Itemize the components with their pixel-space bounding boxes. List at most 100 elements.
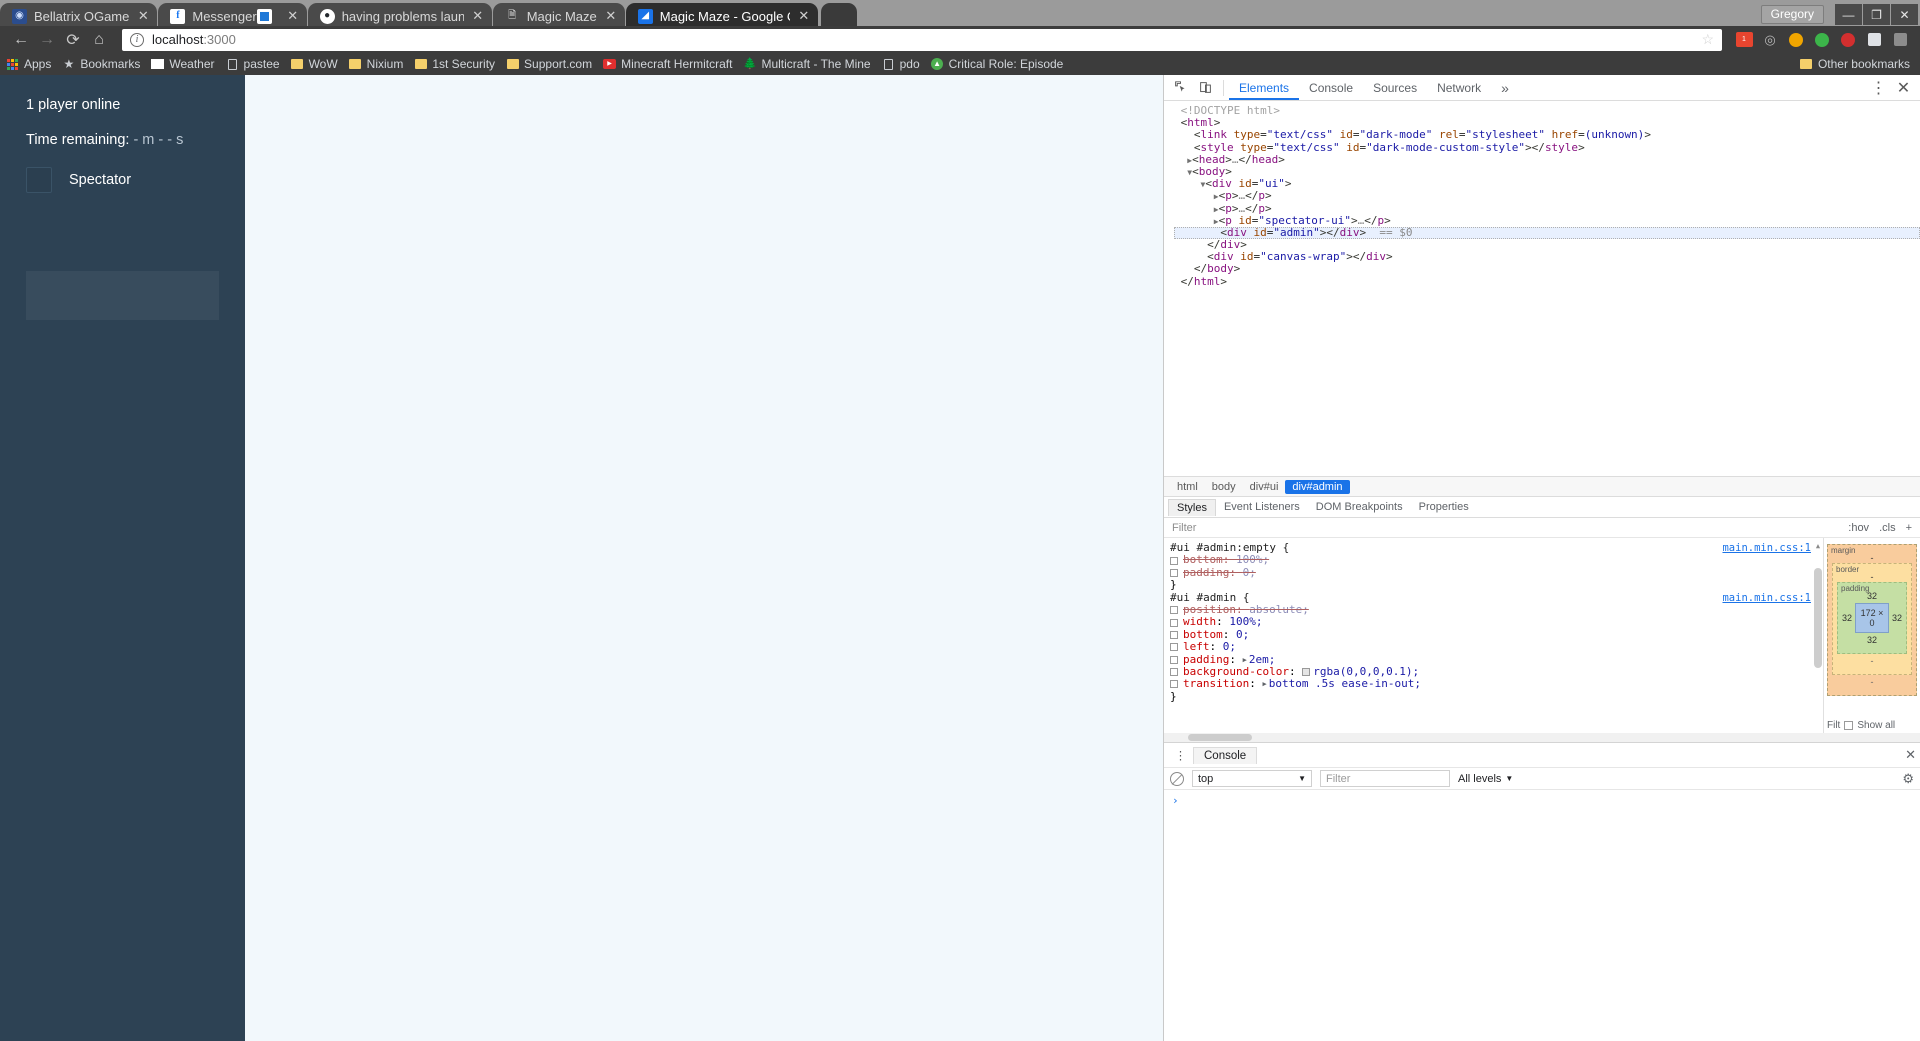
settings-gear-icon[interactable]: ⚙ [1902,771,1914,787]
minimize-button[interactable]: — [1835,4,1862,25]
bookmark-nixium[interactable]: Nixium [349,57,403,71]
tab-close-icon[interactable]: ✕ [285,8,301,24]
breadcrumb-html[interactable]: html [1170,480,1205,494]
dom-node[interactable]: <div id="admin"></div> == $0 [1174,226,1920,240]
breadcrumb-div-admin[interactable]: div#admin [1285,479,1350,494]
bookmark-bookmarks[interactable]: ★ Bookmarks [62,57,140,71]
tab-close-icon[interactable]: ✕ [135,8,151,24]
console-drawer-menu-icon[interactable]: ⋮ [1168,743,1193,767]
adblock-extension-icon[interactable]: 1 [1732,28,1756,52]
css-declaration[interactable]: bottom: 0; [1170,628,1823,641]
bookmark-pdo[interactable]: pdo [882,57,920,71]
console-levels-select[interactable]: All levels ▼ [1458,773,1513,785]
breadcrumb-div-ui[interactable]: div#ui [1243,480,1286,494]
close-window-button[interactable]: ✕ [1891,4,1918,25]
dom-node[interactable]: </html> [1174,275,1920,288]
more-panels-icon[interactable]: » [1495,80,1515,96]
declaration-checkbox[interactable] [1170,668,1178,677]
bookmark-1st-security[interactable]: 1st Security [414,57,495,71]
declaration-checkbox[interactable] [1170,680,1178,689]
profile-chip[interactable]: Gregory [1760,5,1824,24]
console-drawer-close-icon[interactable]: ✕ [1905,747,1916,763]
dom-node[interactable]: <style type="text/css" id="dark-mode-cus… [1174,141,1920,154]
dom-node[interactable]: <!DOCTYPE html> [1174,104,1920,117]
console-output[interactable]: › [1164,790,1920,1041]
declaration-checkbox[interactable] [1170,643,1178,652]
green-extension-icon[interactable] [1810,28,1834,52]
dom-node[interactable]: ▶<head>…</head> [1174,153,1920,166]
tab-elements[interactable]: Elements [1229,75,1299,100]
declaration-checkbox[interactable] [1170,618,1178,627]
css-scrollbar[interactable]: ▲ [1814,540,1822,730]
bookmark-support-com[interactable]: Support.com [506,57,592,71]
console-context-select[interactable]: top ▼ [1192,770,1312,787]
tab-network[interactable]: Network [1427,75,1491,100]
cls-toggle[interactable]: .cls [1879,522,1896,534]
profile-extension-icon[interactable] [1888,28,1912,52]
tab-dom-breakpoints[interactable]: DOM Breakpoints [1308,499,1411,515]
clear-console-icon[interactable] [1170,771,1184,786]
tab-console[interactable]: Console [1299,75,1363,100]
forward-button[interactable]: → [34,27,60,53]
bookmark-weather[interactable]: Weather [151,57,215,71]
bookmark-wow[interactable]: WoW [291,57,338,71]
bookmark-pastee[interactable]: pastee [226,57,280,71]
hov-toggle[interactable]: :hov [1848,522,1869,534]
declaration-checkbox[interactable] [1170,606,1178,615]
maximize-button[interactable]: ❐ [1863,4,1890,25]
declaration-checkbox[interactable] [1170,556,1178,565]
css-source-link[interactable]: main.min.css:1 [1722,592,1823,604]
tab-properties[interactable]: Properties [1411,499,1477,515]
devtools-close-icon[interactable]: ✕ [1891,76,1916,100]
declaration-checkbox[interactable] [1170,655,1178,664]
scrollbar-thumb[interactable] [1188,734,1252,741]
tab-sources[interactable]: Sources [1363,75,1427,100]
other-bookmarks[interactable]: Other bookmarks [1800,57,1914,71]
computed-filter-input[interactable]: Filt [1827,720,1840,731]
dom-node[interactable]: <div id="canvas-wrap"></div> [1174,251,1920,263]
dom-node[interactable]: ▶<p>…</p> [1174,190,1920,202]
notes-extension-icon[interactable] [1862,28,1886,52]
scrollbar-thumb[interactable] [1814,568,1822,668]
console-filter-input[interactable]: Filter [1320,770,1450,787]
declaration-checkbox[interactable] [1170,630,1178,639]
bookmark-critical-role[interactable]: ▲ Critical Role: Episode [931,57,1063,71]
css-declaration[interactable]: bottom: 100%; [1170,553,1823,566]
address-bar[interactable]: i localhost :3000 ☆ [122,28,1722,51]
dom-node[interactable]: ▼<div id="ui"> [1174,177,1920,190]
scroll-up-arrow[interactable]: ▲ [1814,540,1822,552]
css-declaration[interactable]: transition: ▶ bottom .5s ease-in-out; [1170,677,1823,690]
tab-styles[interactable]: Styles [1168,498,1216,516]
dom-node[interactable]: </body> [1174,263,1920,275]
css-declaration[interactable]: background-color: rgba(0,0,0,0.1); [1170,665,1823,678]
drawer-tab-console[interactable]: Console [1193,746,1258,764]
inspect-cursor-icon[interactable] [1168,76,1193,100]
tab-event-listeners[interactable]: Event Listeners [1216,499,1308,515]
breadcrumb-body[interactable]: body [1205,480,1243,494]
back-button[interactable]: ← [8,27,34,53]
device-toolbar-icon[interactable] [1193,76,1218,100]
site-info-icon[interactable]: i [130,32,144,47]
bookmark-minecraft-hermitcraft[interactable]: ▶ Minecraft Hermitcraft [603,57,732,71]
css-declaration[interactable]: width: 100%; [1170,615,1823,628]
css-declaration[interactable]: position: absolute; [1170,603,1823,616]
honey-extension-icon[interactable] [1784,28,1808,52]
tab-close-icon[interactable]: ✕ [796,8,812,24]
css-declaration[interactable]: padding: 0; [1170,566,1823,579]
declaration-checkbox[interactable] [1170,568,1178,577]
bookmark-star-icon[interactable]: ☆ [1701,31,1714,48]
css-source-link[interactable]: main.min.css:1 [1722,542,1823,554]
new-style-rule-button[interactable]: + [1906,522,1912,534]
tab-close-icon[interactable]: ✕ [603,8,619,24]
tab-close-icon[interactable]: ✕ [470,8,486,24]
home-button[interactable]: ⌂ [86,27,112,53]
css-rules-list[interactable]: #ui #admin:empty {main.min.css:1 bottom: … [1164,538,1823,733]
devtools-menu-icon[interactable]: ⋮ [1866,76,1891,100]
bookmark-apps[interactable]: Apps [6,57,51,71]
styles-filter-input[interactable]: Filter [1172,522,1196,534]
dom-tree[interactable]: <!DOCTYPE html> <html> <link type="text/… [1164,101,1920,476]
lastpass-extension-icon[interactable] [1836,28,1860,52]
bookmark-multicraft[interactable]: 🌲 Multicraft - The Mine [743,57,871,71]
reload-button[interactable]: ⟳ [60,27,86,53]
show-all-checkbox[interactable] [1844,721,1854,730]
